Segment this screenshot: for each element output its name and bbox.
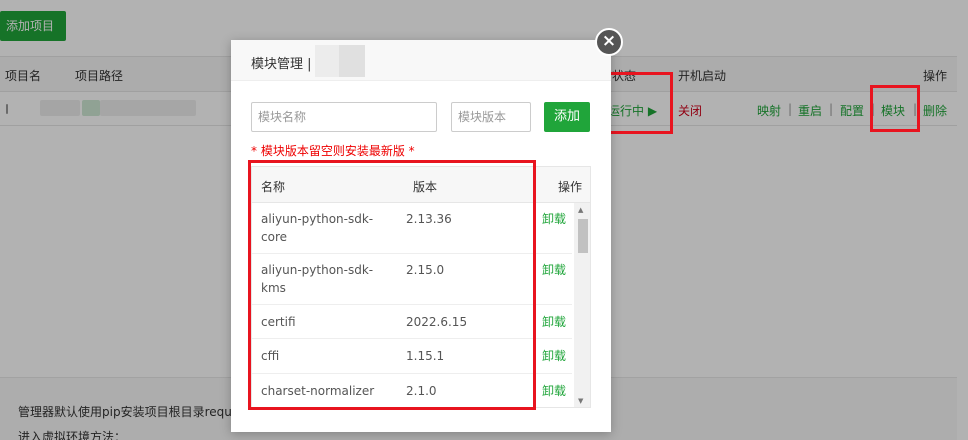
module-table-scrollbar[interactable]: ▲ ▼ <box>574 203 590 407</box>
highlight-box-module-list <box>248 160 536 410</box>
module-name-input[interactable] <box>251 102 437 132</box>
uninstall-link[interactable]: 卸载 <box>542 313 566 331</box>
add-module-button[interactable]: 添加 <box>544 102 590 132</box>
scroll-down-arrow-icon[interactable]: ▼ <box>578 397 583 405</box>
close-icon[interactable]: × <box>595 28 623 56</box>
redacted-project-name <box>339 45 365 77</box>
uninstall-link[interactable]: 卸载 <box>542 347 566 365</box>
scroll-thumb[interactable] <box>578 219 588 253</box>
uninstall-link[interactable]: 卸载 <box>542 261 566 279</box>
highlight-box-module <box>870 85 920 132</box>
version-hint: * 模块版本留空则安装最新版 * <box>251 144 415 158</box>
dialog-title: 模块管理 | <box>251 57 312 72</box>
scroll-up-arrow-icon[interactable]: ▲ <box>578 206 583 214</box>
uninstall-link[interactable]: 卸载 <box>542 210 566 228</box>
uninstall-link[interactable]: 卸载 <box>542 382 566 400</box>
module-version-input[interactable] <box>451 102 531 132</box>
dialog-title-bar: 模块管理 | <box>231 40 611 81</box>
header-action: 操作 <box>558 180 583 194</box>
